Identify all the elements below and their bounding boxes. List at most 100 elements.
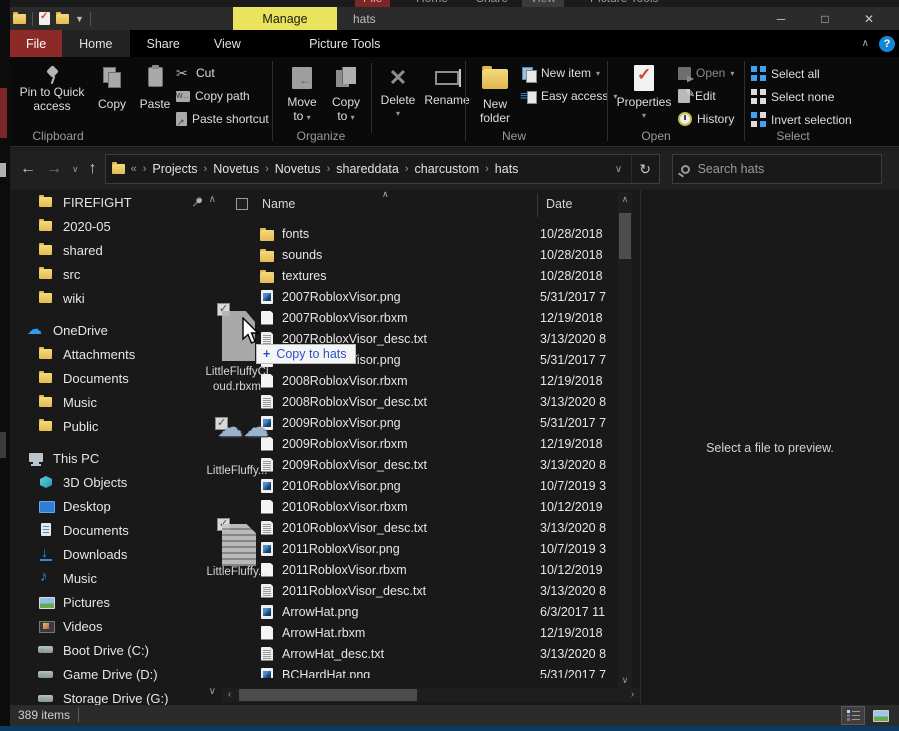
sidebar-item[interactable]: Attachments 📍︎ xyxy=(10,342,218,366)
sidebar-item[interactable]: 2020-05 📍︎ xyxy=(10,214,218,238)
invert-selection-button[interactable]: Invert selection xyxy=(751,112,852,127)
sidebar-item[interactable]: Boot Drive (C:) 📍︎ xyxy=(10,638,218,662)
sidebar-item[interactable]: Public 📍︎ xyxy=(10,414,218,438)
qat-customize-caret-icon[interactable]: ▼ xyxy=(75,14,84,24)
breadcrumb-item[interactable]: shareddata xyxy=(336,162,399,176)
sidebar-item[interactable]: Desktop 📍︎ xyxy=(10,494,218,518)
file-row[interactable]: 2009RobloxVisor.png 5/31/2017 7 xyxy=(222,412,618,433)
file-row[interactable]: 2011RobloxVisor.png 10/7/2019 3 xyxy=(222,538,618,559)
sidebar-item[interactable]: FIREFIGHT 📍︎ xyxy=(10,190,218,214)
file-row[interactable]: 2009RobloxVisor_desc.txt 3/13/2020 8 xyxy=(222,454,618,475)
sidebar-item[interactable]: Documents 📍︎ xyxy=(10,518,218,542)
copy-to-button[interactable]: Copy to ▾ xyxy=(325,67,367,125)
breadcrumb[interactable]: « › Projects › Novetus xyxy=(105,154,660,184)
delete-button[interactable]: ✕ Delete ▾ xyxy=(375,67,421,121)
ribbon-tab[interactable]: View xyxy=(197,30,258,57)
column-divider[interactable] xyxy=(537,193,538,217)
search-input[interactable]: Search hats xyxy=(672,154,882,184)
ribbon-tab[interactable]: Picture Tools xyxy=(293,30,397,57)
file-row[interactable]: 2007RobloxVisor.png 5/31/2017 7 xyxy=(222,286,618,307)
ribbon-tab[interactable]: Home xyxy=(62,30,129,57)
paste-shortcut-button[interactable]: Paste shortcut xyxy=(176,112,269,126)
file-row[interactable]: ArrowHat.rbxm 12/19/2018 xyxy=(222,622,618,643)
copy-path-button[interactable]: W... Copy path xyxy=(176,89,250,103)
file-row[interactable]: 2008RobloxVisor_desc.txt 3/13/2020 8 xyxy=(222,391,618,412)
select-all-checkbox[interactable] xyxy=(236,198,248,210)
up-icon[interactable]: ↑ xyxy=(89,160,97,178)
sidebar-item[interactable]: OneDrive 📍︎ xyxy=(10,318,218,342)
sidebar-item[interactable]: Music 📍︎ xyxy=(10,566,218,590)
tab-manage[interactable]: Manage xyxy=(233,7,337,30)
easy-access-button[interactable]: Easy access ▾ xyxy=(522,89,617,103)
scroll-down-icon[interactable]: ∨ xyxy=(618,673,632,688)
breadcrumb-item[interactable]: Novetus xyxy=(213,162,259,176)
breadcrumb-item[interactable]: Projects xyxy=(152,162,197,176)
minimize-button[interactable]: ─ xyxy=(759,7,803,30)
close-button[interactable]: ✕ xyxy=(847,7,891,30)
file-row[interactable]: sounds 10/28/2018 xyxy=(222,244,618,265)
sidebar-item[interactable]: Videos 📍︎ xyxy=(10,614,218,638)
sidebar-item[interactable]: 3D Objects 📍︎ xyxy=(10,470,218,494)
sidebar-item[interactable]: wiki 📍︎ xyxy=(10,286,218,310)
help-icon[interactable]: ? xyxy=(879,36,895,52)
sidebar-item[interactable]: src 📍︎ xyxy=(10,262,218,286)
cut-button[interactable]: ✂ Cut xyxy=(176,66,215,80)
qat-properties-icon[interactable] xyxy=(39,12,50,25)
collapse-ribbon-icon[interactable]: ∧ xyxy=(862,38,869,49)
file-row[interactable]: 2008RobloxVisor.rbxm 12/19/2018 xyxy=(222,370,618,391)
maximize-button[interactable]: □ xyxy=(803,7,847,30)
edit-button[interactable]: Edit xyxy=(678,89,716,103)
scrollbar-thumb[interactable] xyxy=(619,213,631,259)
open-button[interactable]: Open ▾ xyxy=(678,66,734,80)
new-folder-button[interactable]: New folder xyxy=(472,67,518,125)
paste-button[interactable]: Paste xyxy=(134,67,176,111)
sidebar-item[interactable]: Pictures 📍︎ xyxy=(10,590,218,614)
breadcrumb-item[interactable]: hats xyxy=(495,162,519,176)
details-view-button[interactable] xyxy=(841,706,865,725)
scroll-right-icon[interactable]: › xyxy=(625,688,640,702)
sidebar-item[interactable]: Downloads 📍︎ xyxy=(10,542,218,566)
qat-folder-icon[interactable] xyxy=(13,14,26,24)
file-row[interactable]: 2010RobloxVisor_desc.txt 3/13/2020 8 xyxy=(222,517,618,538)
file-row[interactable]: 2011RobloxVisor_desc.txt 3/13/2020 8 xyxy=(222,580,618,601)
file-row[interactable]: 2007RobloxVisor_desc.txt 3/13/2020 8 xyxy=(222,328,618,349)
file-row[interactable]: BCHardHat.png 5/31/2017 7 xyxy=(222,664,618,678)
breadcrumb-item[interactable]: Novetus xyxy=(275,162,321,176)
file-row[interactable]: 2010RobloxVisor.png 10/7/2019 3 xyxy=(222,475,618,496)
file-row[interactable]: ArrowHat_desc.txt 3/13/2020 8 xyxy=(222,643,618,664)
copy-button[interactable]: Copy xyxy=(92,67,132,111)
vertical-scrollbar[interactable]: ∧ ∨ xyxy=(618,192,632,688)
properties-button[interactable]: Properties ▾ xyxy=(614,65,674,123)
back-icon[interactable]: ← xyxy=(20,160,36,178)
file-row[interactable]: 2009RobloxVisor.rbxm 12/19/2018 xyxy=(222,433,618,454)
file-row[interactable]: 2008RobloxVisor.png 5/31/2017 7 xyxy=(222,349,618,370)
sidebar-item[interactable]: Music 📍︎ xyxy=(10,390,218,414)
sidebar-item[interactable]: shared 📍︎ xyxy=(10,238,218,262)
sidebar-item[interactable]: Documents 📍︎ xyxy=(10,366,218,390)
sidebar-item[interactable]: Game Drive (D:) 📍︎ xyxy=(10,662,218,686)
column-header-name[interactable]: Name xyxy=(262,197,295,211)
scroll-left-icon[interactable]: ‹ xyxy=(222,688,237,702)
breadcrumb-item[interactable]: charcustom xyxy=(415,162,480,176)
pin-to-quick-access-button[interactable]: Pin to Quick access xyxy=(18,65,86,113)
forward-icon[interactable]: → xyxy=(46,160,62,178)
sidebar-item[interactable]: This PC 📍︎ xyxy=(10,446,218,470)
file-row[interactable]: fonts 10/28/2018 xyxy=(222,223,618,244)
new-item-button[interactable]: New item ▾ xyxy=(522,66,600,80)
sidebar-item[interactable]: Storage Drive (G:) 📍︎ xyxy=(10,686,218,705)
sidebar-scroll-down-icon[interactable]: ∨ xyxy=(209,686,216,697)
scrollbar-thumb[interactable] xyxy=(239,689,417,701)
file-row[interactable]: 2010RobloxVisor.rbxm 10/12/2019 xyxy=(222,496,618,517)
file-row[interactable]: 2007RobloxVisor.rbxm 12/19/2018 xyxy=(222,307,618,328)
sidebar-scroll-up-icon[interactable]: ∧ xyxy=(209,194,216,205)
thumbnails-view-button[interactable] xyxy=(869,706,893,725)
history-button[interactable]: History xyxy=(678,112,734,126)
select-all-button[interactable]: Select all xyxy=(751,66,820,81)
ribbon-tab[interactable]: Share xyxy=(130,30,197,57)
scroll-up-icon[interactable]: ∧ xyxy=(618,192,632,207)
refresh-icon[interactable]: ↻ xyxy=(631,155,659,183)
file-row[interactable]: 2011RobloxVisor.rbxm 10/12/2019 xyxy=(222,559,618,580)
qat-new-folder-icon[interactable] xyxy=(56,14,69,24)
file-row[interactable]: ArrowHat.png 6/3/2017 11 xyxy=(222,601,618,622)
recent-locations-caret-icon[interactable]: ∨ xyxy=(72,164,79,175)
